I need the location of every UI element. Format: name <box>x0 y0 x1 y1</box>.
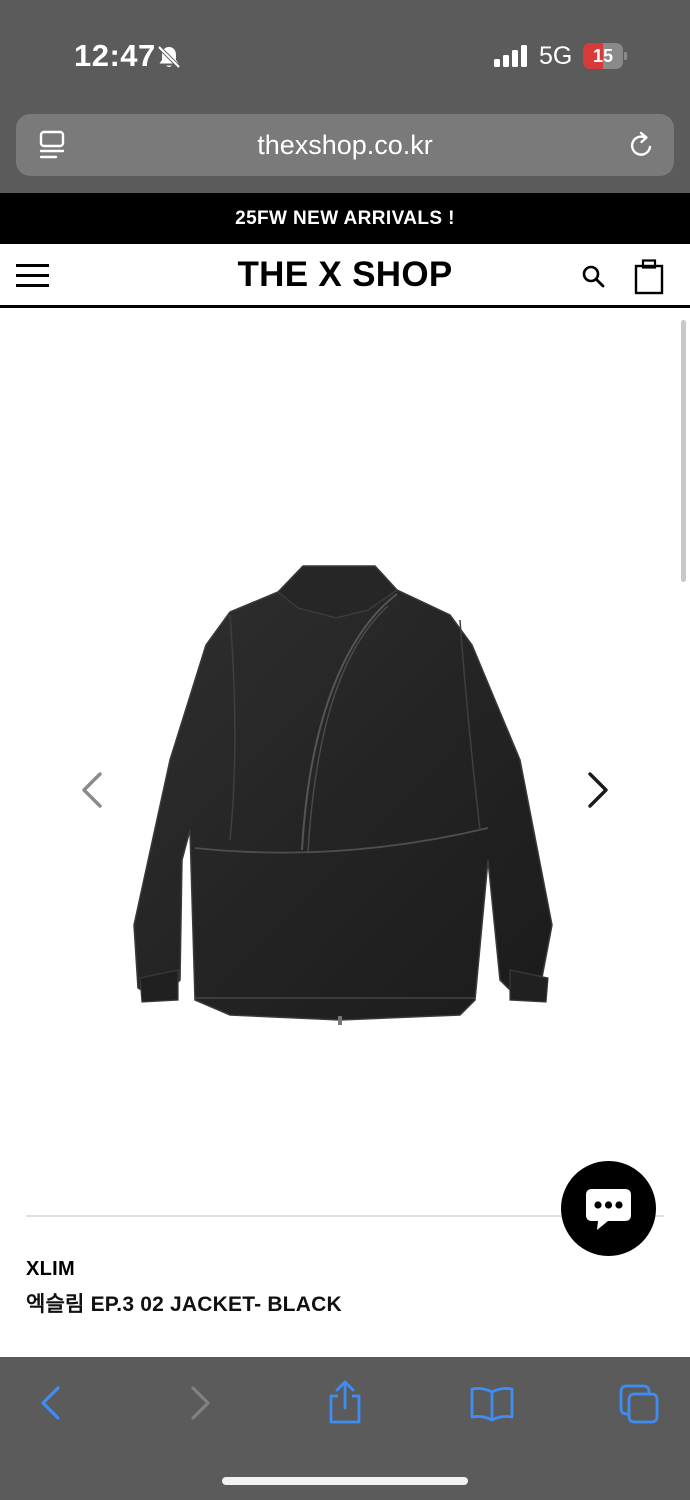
product-image[interactable] <box>120 560 570 1050</box>
product-brand[interactable]: XLIM <box>26 1258 75 1281</box>
status-bar: 12:47 5G 15 thexshop.co.kr <box>0 0 690 193</box>
header-divider <box>0 305 690 308</box>
status-time: 12:47 <box>74 38 156 73</box>
shopping-bag-icon[interactable] <box>634 259 664 295</box>
site-header: THE X SHOP <box>0 244 690 306</box>
chevron-right-icon[interactable] <box>584 768 614 812</box>
forward-icon[interactable] <box>186 1383 214 1423</box>
tabs-icon[interactable] <box>618 1383 660 1425</box>
address-bar[interactable]: thexshop.co.kr <box>16 114 674 176</box>
announcement-banner[interactable]: 25FW NEW ARRIVALS ! <box>0 193 690 244</box>
back-icon[interactable] <box>36 1383 64 1423</box>
chat-button[interactable] <box>561 1161 656 1256</box>
bell-slash-icon <box>157 45 181 69</box>
reload-icon[interactable] <box>628 130 656 160</box>
browser-toolbar <box>0 1357 690 1500</box>
share-icon[interactable] <box>326 1379 364 1425</box>
product-gallery[interactable] <box>0 310 690 1210</box>
network-type: 5G <box>539 42 573 70</box>
product-name: 엑슬림 EP.3 02 JACKET- BLACK <box>26 1293 342 1316</box>
url-text: thexshop.co.kr <box>257 130 433 160</box>
home-indicator[interactable] <box>222 1477 468 1485</box>
battery-level: 15 <box>592 46 614 66</box>
battery-icon: 15 <box>583 43 627 69</box>
bookmarks-icon[interactable] <box>469 1385 515 1423</box>
chat-bubble-icon <box>586 1189 631 1230</box>
cellular-signal-icon <box>494 45 527 67</box>
chevron-left-icon[interactable] <box>76 768 106 812</box>
search-icon[interactable] <box>581 264 605 288</box>
scrollbar[interactable] <box>681 320 686 582</box>
